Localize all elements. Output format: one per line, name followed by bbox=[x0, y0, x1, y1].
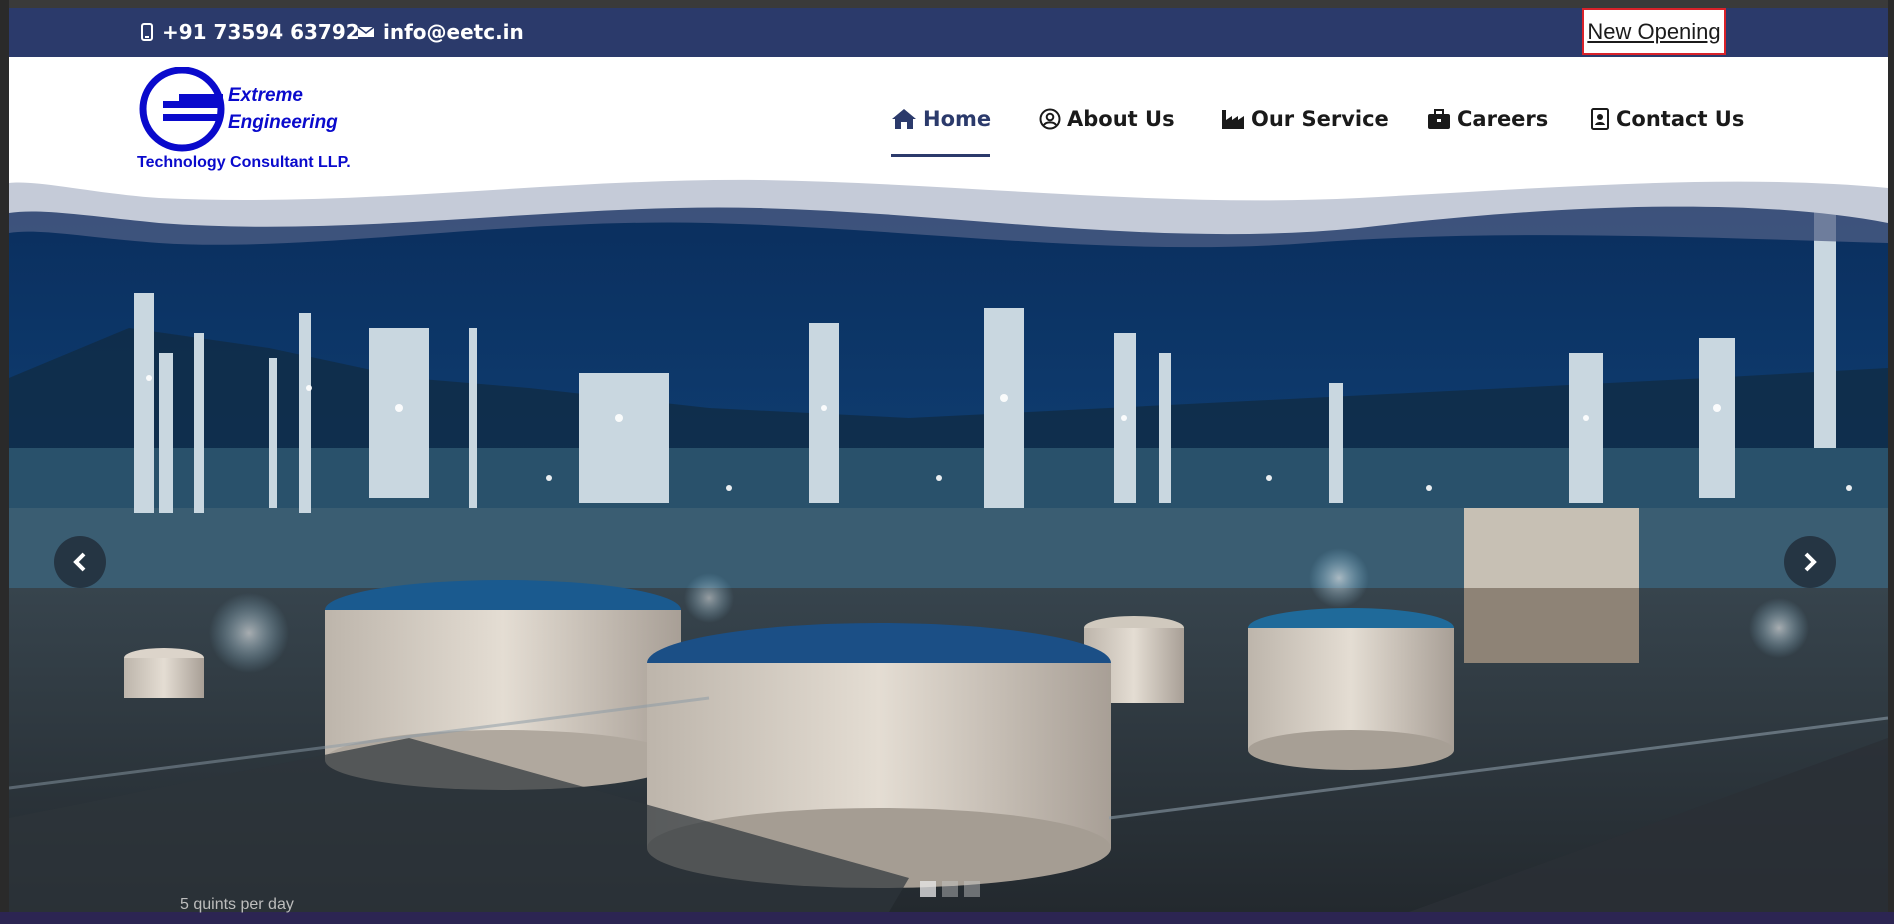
email-address: info@eetc.in bbox=[383, 20, 524, 44]
phone-contact[interactable]: +91 73594 63792 bbox=[140, 20, 360, 44]
slider-indicators bbox=[920, 881, 980, 897]
logo-text-line2: Engineering bbox=[228, 112, 338, 133]
new-opening-link[interactable]: New Opening bbox=[1582, 8, 1726, 55]
active-nav-underline bbox=[891, 154, 990, 157]
site-header: Extreme Engineering Technology Consultan… bbox=[9, 57, 1888, 237]
nav-item-contact-us[interactable]: Contact Us bbox=[1590, 107, 1744, 131]
phone-number: +91 73594 63792 bbox=[162, 20, 360, 44]
nav-label-careers: Careers bbox=[1457, 107, 1549, 131]
below-fold-partial-text: 5 quints per day bbox=[180, 896, 294, 913]
nav-label-home: Home bbox=[923, 107, 992, 131]
industry-icon bbox=[1222, 110, 1244, 129]
chevron-left-icon bbox=[73, 552, 86, 572]
nav-label-about-us: About Us bbox=[1067, 107, 1175, 131]
nav-item-home[interactable]: Home bbox=[891, 107, 991, 131]
hero-slider bbox=[9, 178, 1888, 912]
nav-label-our-service: Our Service bbox=[1251, 107, 1389, 131]
browser-frame-left bbox=[0, 0, 9, 924]
nav-label-contact-us: Contact Us bbox=[1616, 107, 1745, 131]
envelope-icon bbox=[357, 26, 375, 37]
home-icon bbox=[892, 109, 916, 129]
mobile-phone-icon bbox=[141, 23, 153, 41]
email-contact[interactable]: info@eetc.in bbox=[357, 20, 524, 44]
slider-prev-button[interactable] bbox=[54, 536, 106, 588]
slide-indicator-1[interactable] bbox=[920, 881, 936, 897]
website-page: +91 73594 63792 info@eetc.in New Opening… bbox=[9, 8, 1888, 912]
nav-item-careers[interactable]: Careers bbox=[1427, 107, 1548, 131]
top-contact-bar: +91 73594 63792 info@eetc.in New Opening bbox=[9, 8, 1888, 57]
address-card-icon bbox=[1591, 108, 1609, 130]
nav-item-about-us[interactable]: About Us bbox=[1039, 107, 1175, 131]
user-circle-icon bbox=[1039, 108, 1061, 130]
browser-frame-top bbox=[0, 0, 1894, 8]
logo-mark bbox=[139, 67, 225, 152]
slider-next-button[interactable] bbox=[1784, 536, 1836, 588]
logo-text-line3: Technology Consultant LLP. bbox=[137, 154, 351, 171]
nav-item-our-service[interactable]: Our Service bbox=[1221, 107, 1389, 131]
logo-text-line1: Extreme bbox=[228, 85, 303, 106]
slide-indicator-3[interactable] bbox=[964, 881, 980, 897]
chevron-right-icon bbox=[1804, 552, 1817, 572]
browser-frame-right bbox=[1888, 0, 1894, 924]
refinery-night-image bbox=[9, 178, 1888, 912]
slide-indicator-2[interactable] bbox=[942, 881, 958, 897]
briefcase-icon bbox=[1428, 109, 1450, 129]
